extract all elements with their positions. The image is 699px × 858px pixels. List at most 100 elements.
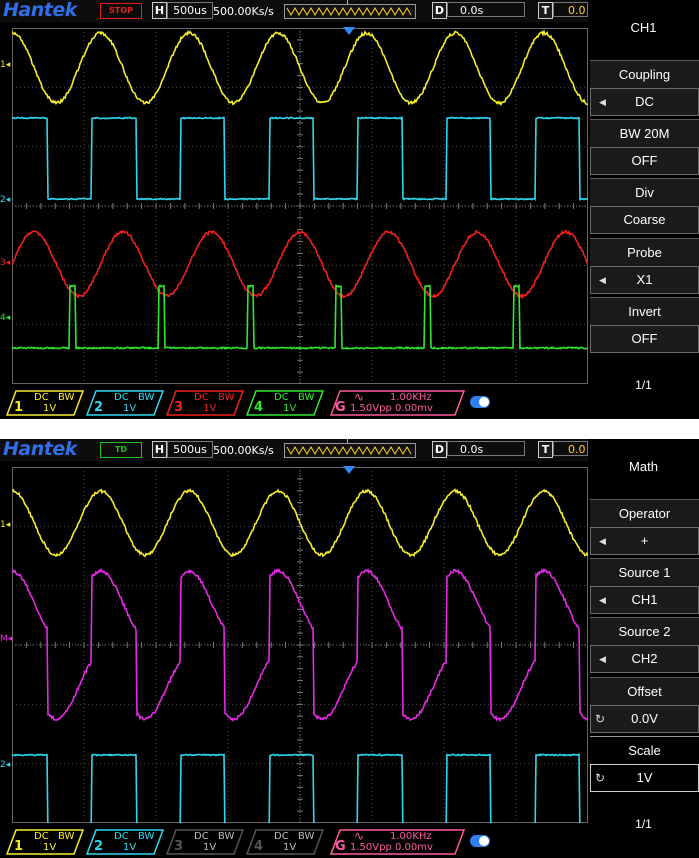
timebase-value[interactable]: 500us: [167, 441, 213, 458]
ch1-info[interactable]: 1 DC BW 1V: [6, 829, 84, 855]
menu-item-label: Scale: [590, 736, 699, 765]
status-bar: Hantek TD H 500us 500.00Ks/s T D 0.0s T …: [0, 439, 588, 461]
menu-source2[interactable]: Source 2 ◀ CH2: [590, 617, 699, 673]
hantek-logo: Hantek: [3, 0, 77, 21]
oscilloscope-screen-ch1: Hantek STOP H 500us 500.00Ks/s T D 0.0s …: [0, 0, 699, 419]
channel-vdiv: 1V: [123, 403, 136, 414]
channel-number: 2: [94, 400, 103, 415]
menu-item-label: Source 2: [590, 617, 699, 646]
left-arrow-icon: ◀: [599, 89, 606, 115]
channel-coupling: DC: [274, 392, 289, 403]
memory-depth-bar: [284, 443, 416, 458]
menu-item-label: BW 20M: [590, 119, 699, 148]
ch1-waveform: [12, 32, 588, 105]
channel-bw: BW: [298, 392, 314, 403]
channel-coupling: DC: [114, 831, 129, 842]
generator-info[interactable]: G ∿ 1.00KHz 1.50Vpp 0.00mv: [330, 829, 465, 855]
ch4-marker[interactable]: 4◂: [0, 313, 10, 323]
menu-item-value[interactable]: ◀ CH2: [590, 645, 699, 673]
channel-bw: BW: [58, 392, 74, 403]
menu-item-value[interactable]: ◀ CH1: [590, 586, 699, 614]
menu-probe[interactable]: Probe ◀ X1: [590, 238, 699, 294]
menu-item-value[interactable]: ◀ X1: [590, 266, 699, 294]
ch3-marker[interactable]: 3◂: [0, 258, 10, 268]
rotary-knob-icon: ↻: [595, 765, 605, 791]
menu-source1[interactable]: Source 1 ◀ CH1: [590, 558, 699, 614]
menu-item-value[interactable]: ◀ DC: [590, 88, 699, 116]
trigger-position-mark: T: [345, 439, 350, 445]
sample-rate: 500.00Ks/s: [213, 444, 274, 457]
trigger-level-value[interactable]: 0.0: [553, 2, 588, 17]
menu-item-label: Probe: [590, 238, 699, 267]
menu-div[interactable]: Div Coarse: [590, 178, 699, 234]
channel-number: 4: [254, 839, 263, 854]
menu-item-label: Source 1: [590, 558, 699, 587]
channel-vdiv: 1V: [283, 842, 296, 853]
sine-wave-icon: ∿: [354, 829, 364, 843]
oscilloscope-screen-math: Hantek TD H 500us 500.00Ks/s T D 0.0s T …: [0, 439, 699, 858]
trigger-label: T: [538, 2, 553, 19]
generator-toggle-icon[interactable]: [470, 835, 490, 847]
status-bar: Hantek STOP H 500us 500.00Ks/s T D 0.0s …: [0, 0, 588, 22]
ch1-info[interactable]: 1 DC BW 1V: [6, 390, 84, 416]
ch1-marker[interactable]: 1◂: [0, 60, 10, 70]
channel-vdiv: 1V: [43, 403, 56, 414]
menu-item-value[interactable]: ↻ 0.0V: [590, 705, 699, 733]
ch2-marker[interactable]: 2◂: [0, 760, 10, 770]
run-stop-status[interactable]: STOP: [100, 3, 142, 19]
channel-bw: BW: [218, 392, 234, 403]
ch2-info[interactable]: 2 DC BW 1V: [86, 390, 164, 416]
math-marker[interactable]: M◂: [0, 634, 12, 644]
menu-item-label: Coupling: [590, 60, 699, 89]
channel-coupling: DC: [34, 392, 49, 403]
channel-bar: 1 DC BW 1V 2 DC BW 1V 3 DC BW 1V 4 DC BW…: [0, 825, 588, 858]
timebase-label: H: [152, 441, 167, 458]
ch4-info[interactable]: 4 DC BW 1V: [246, 390, 324, 416]
menu-item-value[interactable]: Coarse: [590, 206, 699, 234]
generator-amplitude: 1.50Vpp 0.00mv: [350, 403, 433, 414]
delay-label: D: [432, 2, 447, 19]
menu-item-label: Operator: [590, 499, 699, 528]
generator-toggle-icon[interactable]: [470, 396, 490, 408]
menu-item-value[interactable]: ◀ +: [590, 527, 699, 555]
menu-item-value[interactable]: OFF: [590, 325, 699, 353]
delay-value[interactable]: 0.0s: [447, 441, 525, 456]
trigger-position-arrow-icon[interactable]: [343, 27, 355, 35]
menu-scale[interactable]: Scale ↻ 1V: [590, 736, 699, 792]
timebase-value[interactable]: 500us: [167, 2, 213, 19]
ch2-marker[interactable]: 2◂: [0, 195, 10, 205]
generator-info[interactable]: G ∿ 1.00KHz 1.50Vpp 0.00mv: [330, 390, 465, 416]
ch2-info[interactable]: 2 DC BW 1V: [86, 829, 164, 855]
ch4-info[interactable]: 4 DC BW 1V: [246, 829, 324, 855]
menu-invert[interactable]: Invert OFF: [590, 297, 699, 353]
menu-coupling[interactable]: Coupling ◀ DC: [590, 60, 699, 116]
left-arrow-icon: ◀: [599, 587, 606, 613]
channel-number: 3: [174, 839, 183, 854]
channel-bw: BW: [58, 831, 74, 842]
menu-bw20m[interactable]: BW 20M OFF: [590, 119, 699, 175]
channel-coupling: DC: [194, 392, 209, 403]
channel-vdiv: 1V: [43, 842, 56, 853]
menu-item-value[interactable]: OFF: [590, 147, 699, 175]
left-arrow-icon: ◀: [599, 267, 606, 293]
delay-value[interactable]: 0.0s: [447, 2, 525, 17]
trigger-position-arrow-icon[interactable]: [343, 466, 355, 474]
menu-item-label: Offset: [590, 677, 699, 706]
menu-item-label: Invert: [590, 297, 699, 326]
trigger-level-value[interactable]: 0.0: [553, 441, 588, 456]
menu-title: CH1: [588, 20, 699, 35]
menu-operator[interactable]: Operator ◀ +: [590, 499, 699, 555]
trigger-position-mark: T: [345, 0, 350, 6]
menu-item-value[interactable]: ↻ 1V: [590, 764, 699, 792]
channel-number: 1: [14, 839, 23, 854]
channel-vdiv: 1V: [203, 842, 216, 853]
ch1-marker[interactable]: 1◂: [0, 520, 10, 530]
menu-item-label: Div: [590, 178, 699, 207]
run-stop-status[interactable]: TD: [100, 442, 142, 458]
timebase-label: H: [152, 2, 167, 19]
channel-coupling: DC: [34, 831, 49, 842]
ch3-info[interactable]: 3 DC BW 1V: [166, 829, 244, 855]
menu-offset[interactable]: Offset ↻ 0.0V: [590, 677, 699, 733]
generator-frequency: 1.00KHz: [390, 831, 432, 842]
ch3-info[interactable]: 3 DC BW 1V: [166, 390, 244, 416]
